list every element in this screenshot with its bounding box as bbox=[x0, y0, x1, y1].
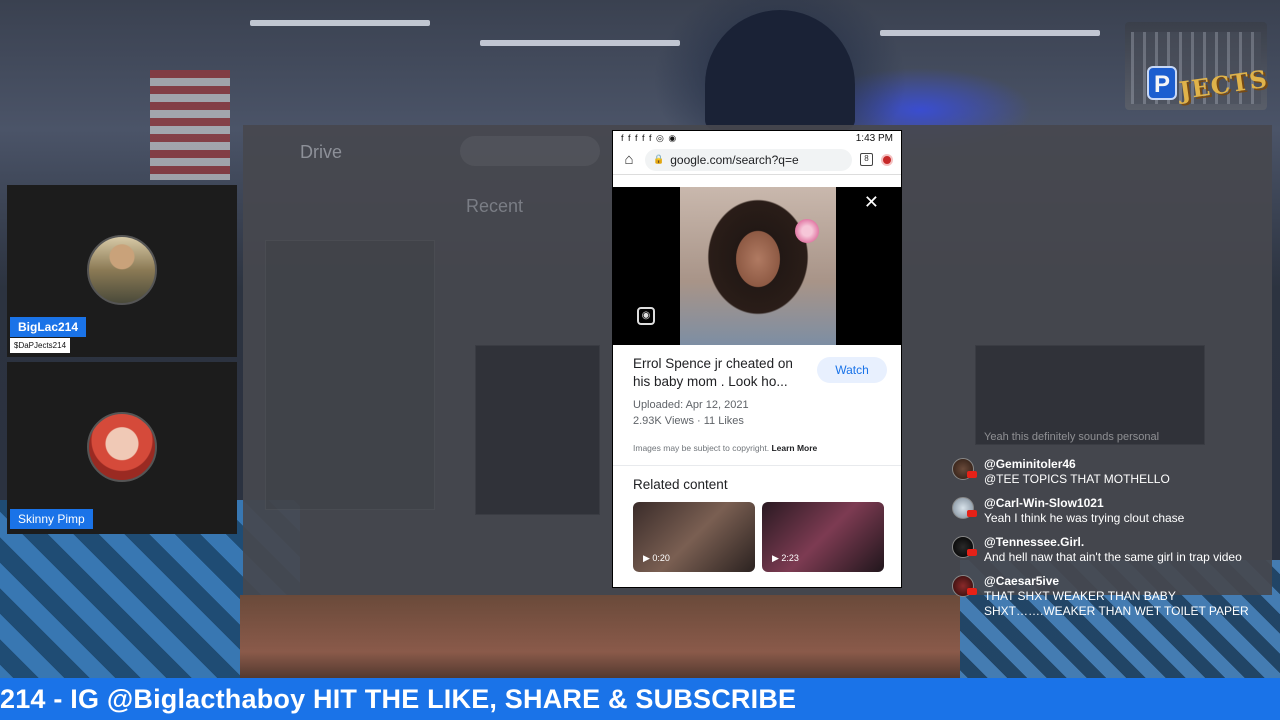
section-divider bbox=[613, 465, 901, 473]
lock-icon: 🔒 bbox=[653, 154, 665, 164]
flower-hair-accessory bbox=[795, 219, 819, 243]
participant-name: BigLac214 bbox=[10, 317, 87, 337]
chat-text: And hell naw that ain't the same girl in… bbox=[984, 550, 1242, 564]
ceiling-light bbox=[880, 30, 1100, 36]
related-video-thumb: ▶ 0:20 bbox=[633, 502, 755, 572]
ticker-text: 214 - IG @Biglacthaboy HIT THE LIKE, SHA… bbox=[0, 684, 797, 714]
chat-username: @Carl-Win-Slow1021 bbox=[984, 496, 1104, 510]
chat-username: @Geminitoler46 bbox=[984, 457, 1076, 471]
drive-file-thumb bbox=[975, 345, 1205, 445]
drive-search-bar bbox=[460, 136, 600, 166]
status-time: 1:43 PM bbox=[855, 132, 893, 144]
youtube-icon bbox=[967, 510, 977, 517]
learn-more-link: Learn More bbox=[771, 443, 818, 453]
participant-panel: Skinny Pimp bbox=[7, 362, 237, 534]
flag-decoration bbox=[150, 70, 230, 180]
notification-icons: f f f f f ◎ ◉ bbox=[621, 132, 678, 143]
chat-text: @TEE TOPICS THAT MOTHELLO bbox=[984, 472, 1170, 486]
ceiling-light bbox=[480, 40, 680, 46]
browser-url-bar: ⌂ 🔒 google.com/search?q=e 8 bbox=[613, 145, 901, 175]
close-icon: ✕ bbox=[863, 192, 879, 212]
video-duration: ▶ 2:23 bbox=[772, 553, 799, 563]
foreground-hands bbox=[240, 595, 960, 690]
video-preview: ✕ ◉ bbox=[613, 187, 901, 345]
home-icon: ⌂ bbox=[624, 151, 634, 168]
truncated-line bbox=[613, 175, 901, 187]
drive-file-thumb bbox=[475, 345, 600, 515]
tabs-icon: 8 bbox=[860, 153, 873, 166]
upload-date: Uploaded: Apr 12, 2021 bbox=[633, 399, 749, 411]
video-info-card: Errol Spence jr cheated on his baby mom … bbox=[613, 345, 901, 453]
copyright-notice: Images may be subject to copyright. Lear… bbox=[633, 443, 881, 453]
video-frame-image bbox=[680, 187, 836, 345]
view-stats: 2.93K Views · 11 Likes bbox=[633, 415, 744, 427]
avatar bbox=[87, 412, 157, 482]
logo-letter: P bbox=[1147, 66, 1177, 100]
copyright-text: Images may be subject to copyright. bbox=[633, 443, 770, 453]
participant-panel: BigLac214 $DaPJects214 bbox=[7, 185, 237, 357]
channel-logo: P JECTS bbox=[1125, 22, 1270, 110]
chat-message: @Tennessee.Girl. And hell naw that ain't… bbox=[952, 534, 1262, 565]
lens-icon: ◉ bbox=[637, 307, 655, 325]
chat-text: Yeah I think he was trying clout chase bbox=[984, 511, 1185, 525]
avatar bbox=[87, 235, 157, 305]
url-text: google.com/search?q=e bbox=[670, 152, 799, 167]
youtube-icon bbox=[967, 588, 977, 595]
drive-app-title: Drive bbox=[300, 142, 343, 162]
chat-username: @Caesar5ive bbox=[984, 574, 1060, 588]
related-content-row: ▶ 0:20 ▶ 2:23 bbox=[613, 502, 901, 572]
chat-message: @Caesar5ive THAT SHXT WEAKER THAN BABY S… bbox=[952, 573, 1262, 619]
ceiling-light bbox=[250, 20, 430, 26]
related-video-thumb: ▶ 2:23 bbox=[762, 502, 884, 572]
url-field: 🔒 google.com/search?q=e bbox=[645, 148, 852, 171]
phone-status-bar: f f f f f ◎ ◉ 1:43 PM bbox=[613, 131, 901, 145]
chat-message-faded: Yeah this definitely sounds personal bbox=[984, 431, 1160, 443]
live-chat-overlay: @Geminitoler46 @TEE TOPICS THAT MOTHELLO… bbox=[952, 456, 1262, 627]
chat-text: THAT SHXT WEAKER THAN BABY SHXT…….WEAKER… bbox=[984, 589, 1249, 618]
chat-message: @Carl-Win-Slow1021 Yeah I think he was t… bbox=[952, 495, 1262, 526]
video-title: Errol Spence jr cheated on his baby mom … bbox=[633, 356, 793, 389]
youtube-icon bbox=[967, 549, 977, 556]
browser-extension-icon bbox=[881, 153, 893, 166]
scrolling-ticker: 214 - IG @Biglacthaboy HIT THE LIKE, SHA… bbox=[0, 678, 1280, 720]
chat-message: @Geminitoler46 @TEE TOPICS THAT MOTHELLO bbox=[952, 456, 1262, 487]
participant-subtitle: $DaPJects214 bbox=[10, 338, 71, 353]
phone-screenshot: f f f f f ◎ ◉ 1:43 PM ⌂ 🔒 google.com/sea… bbox=[613, 131, 901, 587]
drive-sidebar bbox=[265, 240, 435, 510]
youtube-icon bbox=[967, 471, 977, 478]
chat-username: @Tennessee.Girl. bbox=[984, 535, 1085, 549]
drive-section-title: Recent bbox=[466, 196, 524, 216]
participant-name: Skinny Pimp bbox=[10, 509, 93, 529]
person-beanie bbox=[705, 10, 855, 130]
watch-button: Watch bbox=[817, 357, 887, 383]
video-duration: ▶ 0:20 bbox=[643, 553, 670, 563]
related-content-heading: Related content bbox=[633, 477, 728, 492]
